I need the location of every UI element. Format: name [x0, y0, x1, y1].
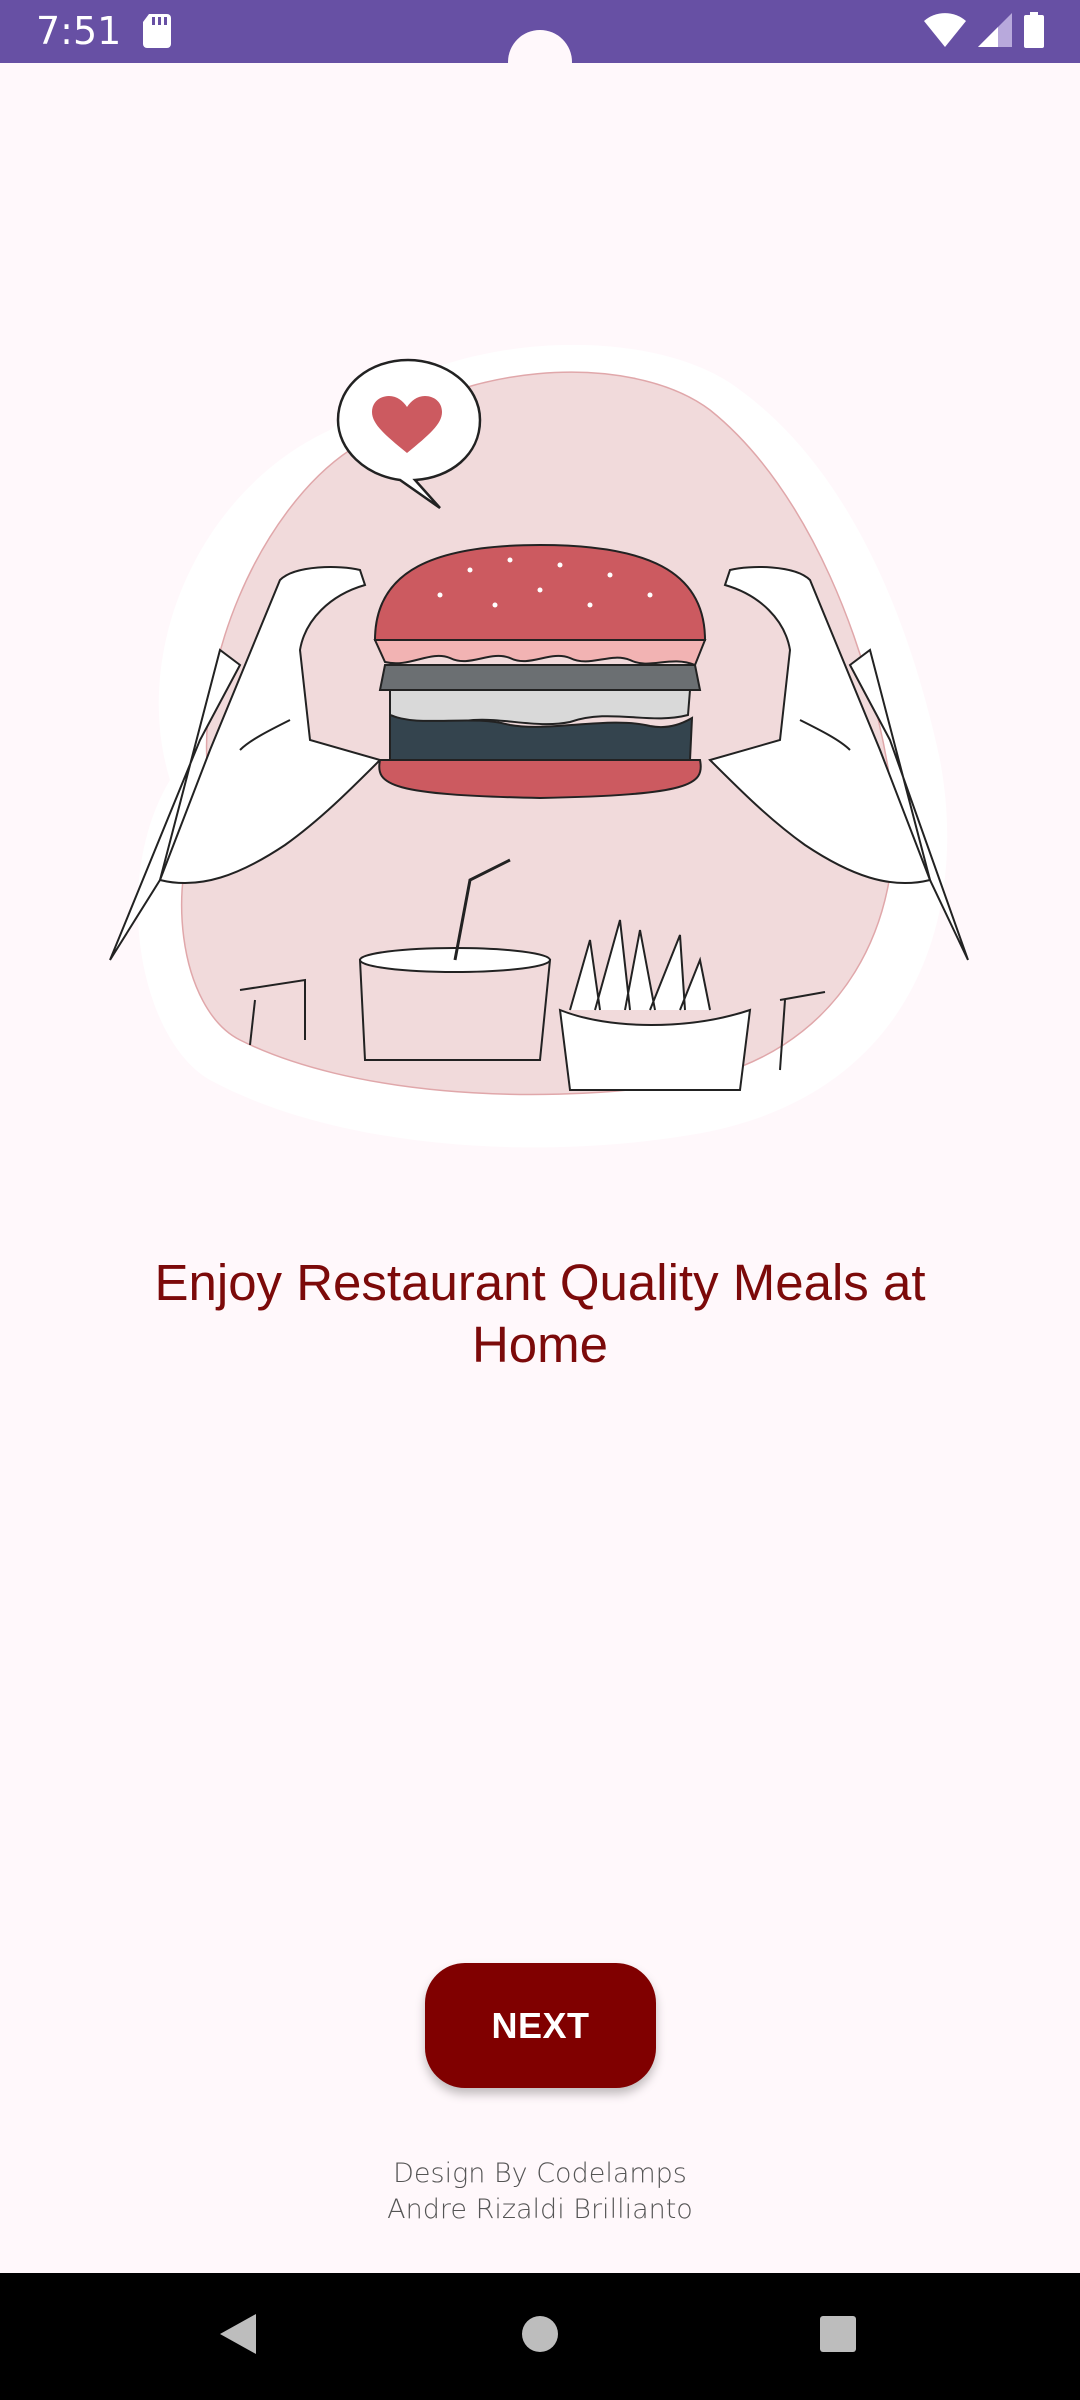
back-icon	[218, 2312, 258, 2361]
back-button[interactable]	[163, 2273, 313, 2400]
wifi-icon	[924, 12, 966, 52]
credits: Design By Codelamps Andre Rizaldi Brilli…	[0, 2156, 1080, 2228]
navigation-bar	[0, 2273, 1080, 2400]
sd-card-icon	[143, 14, 171, 53]
status-time: 7:51	[36, 9, 122, 53]
credits-designer: Design By Codelamps	[393, 2158, 687, 2189]
credits-author: Andre Rizaldi Brillianto	[387, 2194, 693, 2225]
home-button[interactable]	[465, 2273, 615, 2400]
status-icons	[924, 11, 1044, 53]
camera-cutout	[508, 30, 572, 94]
home-icon	[520, 2314, 560, 2359]
onboarding-headline: Enjoy Restaurant Quality Meals at Home	[154, 1254, 926, 1373]
recents-button[interactable]	[763, 2273, 913, 2400]
next-button[interactable]: NEXT	[425, 1963, 656, 2088]
battery-icon	[1024, 11, 1044, 53]
recents-icon	[818, 2314, 858, 2359]
cellular-signal-icon	[978, 12, 1012, 52]
burger-hands-illustration	[90, 320, 990, 1150]
